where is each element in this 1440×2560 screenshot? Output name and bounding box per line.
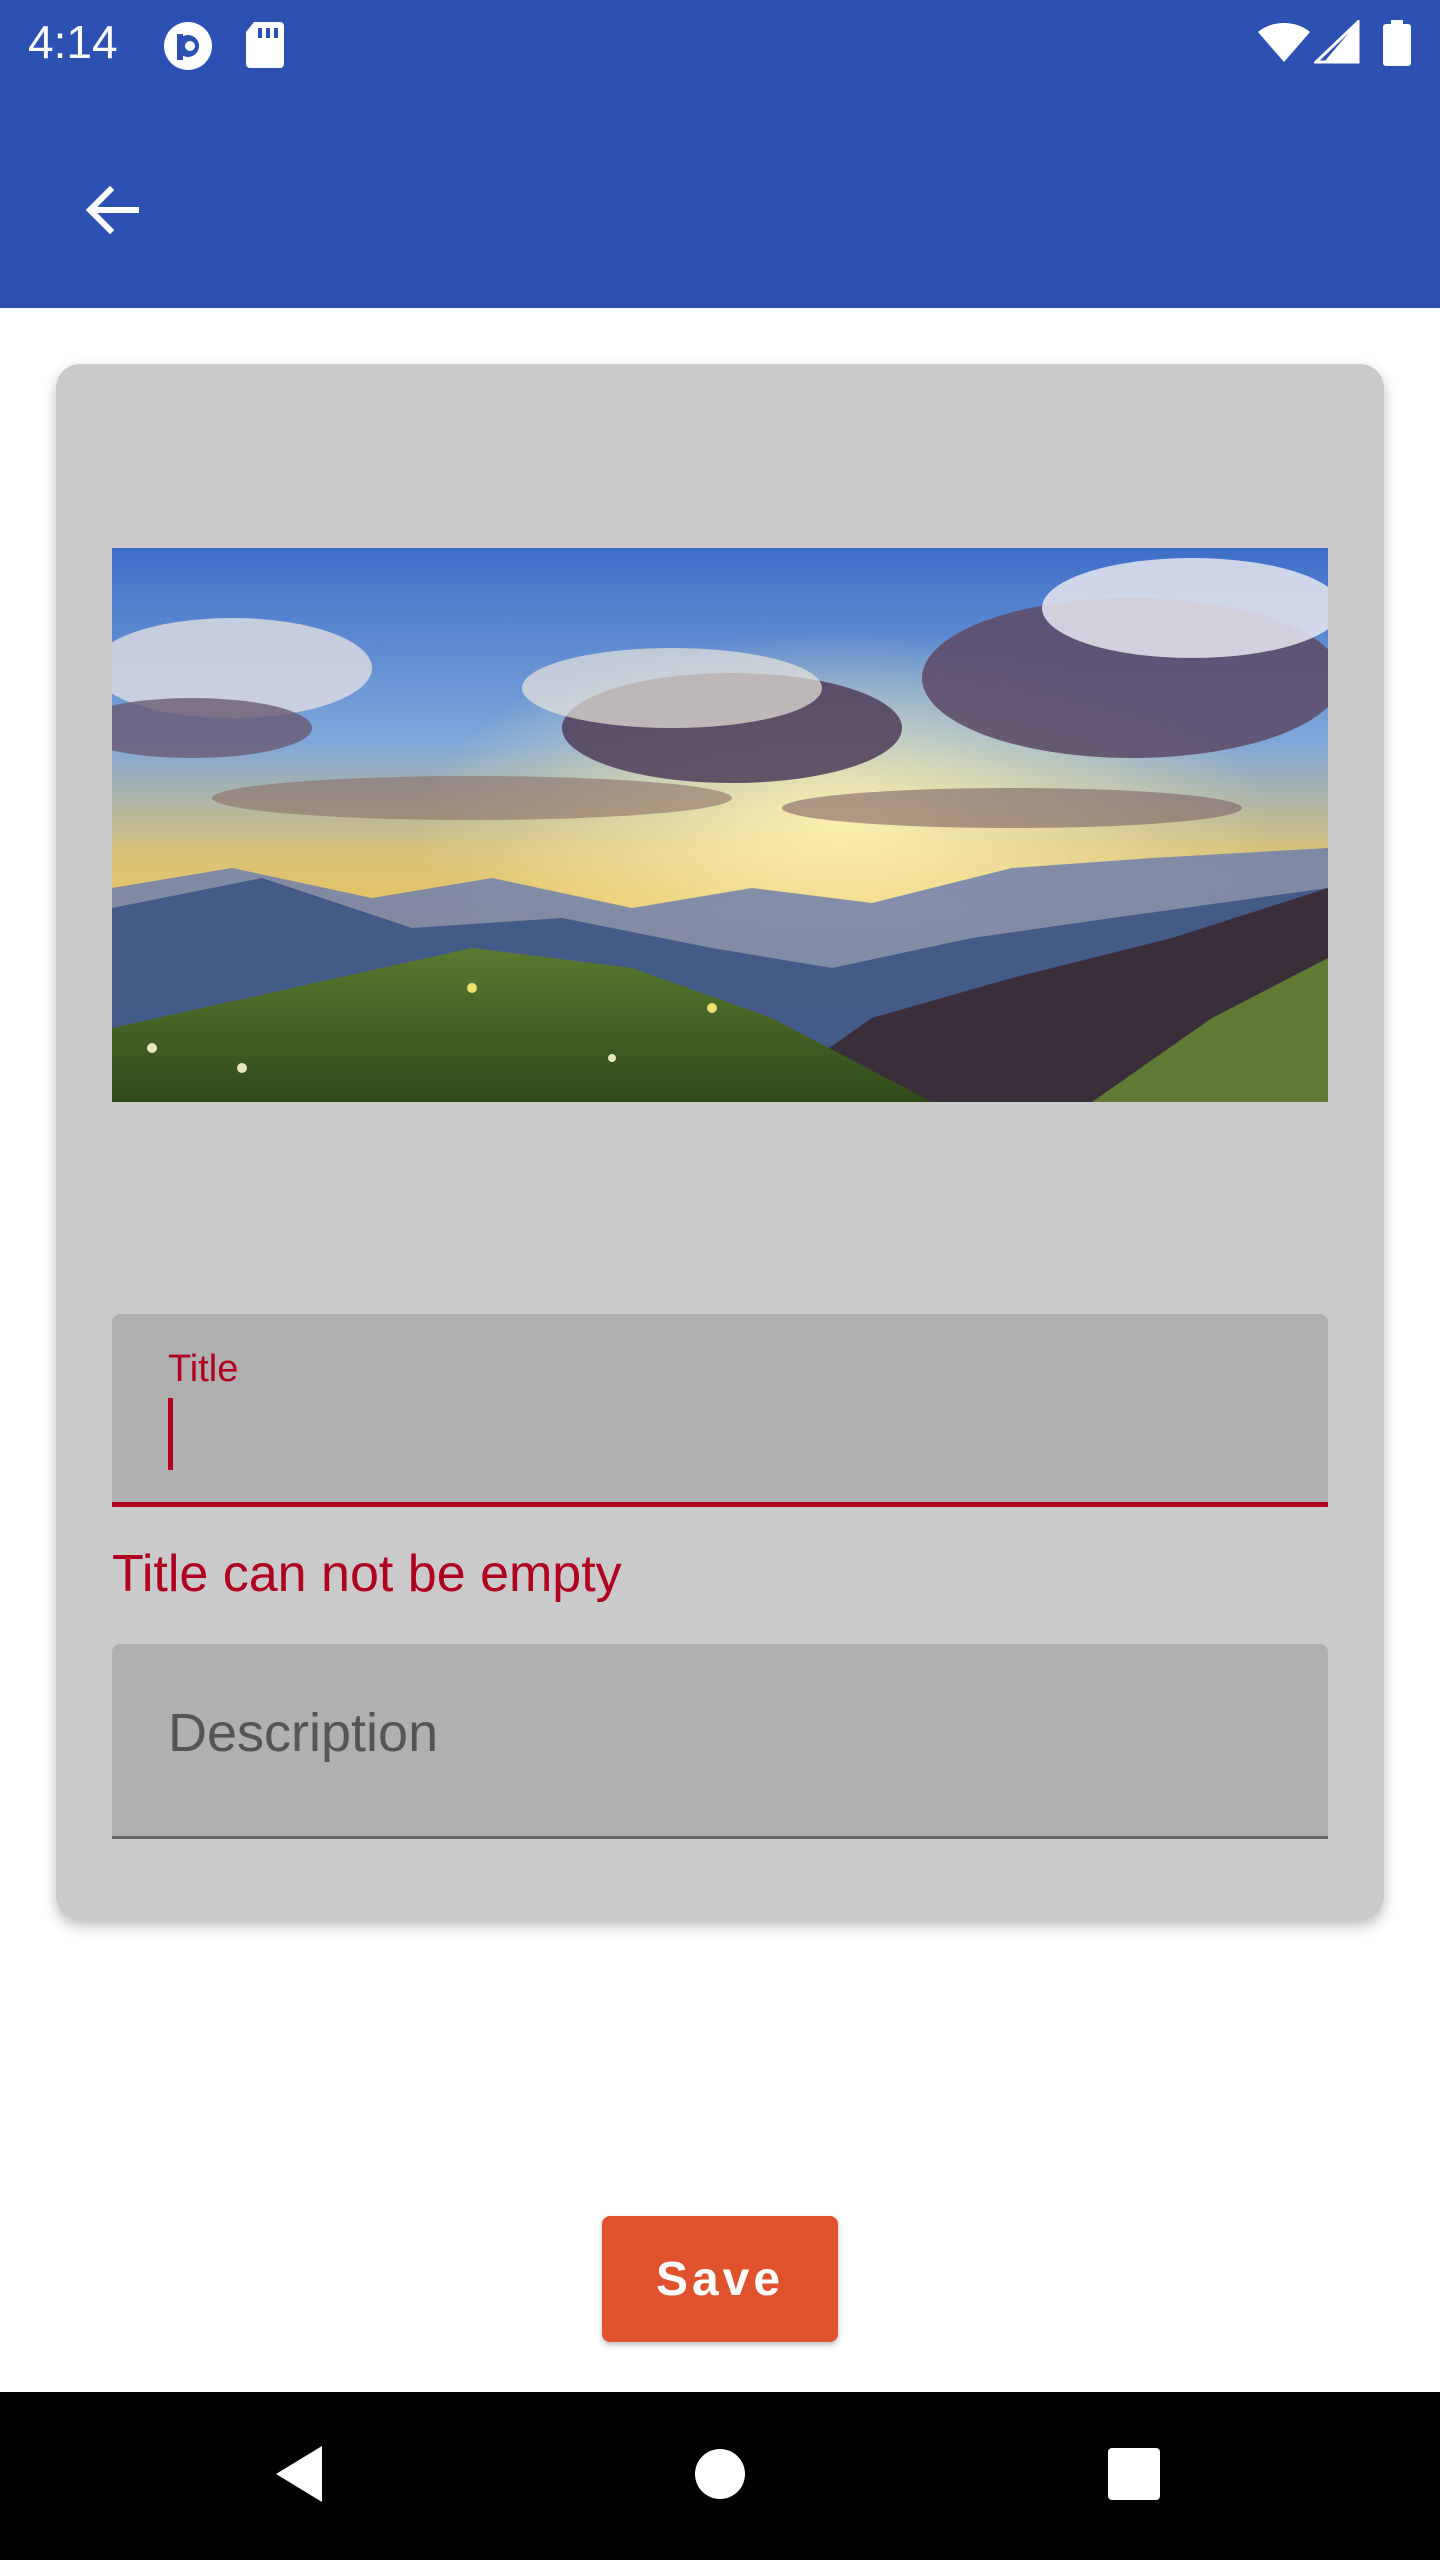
recents-square-icon [1107, 2447, 1161, 2506]
home-circle-icon [693, 2447, 747, 2506]
screen: 4:14 Title Title can not be empty Descri… [0, 0, 1440, 2560]
arrow-back-icon [80, 178, 144, 247]
battery-icon [1382, 20, 1412, 71]
back-triangle-icon [270, 2442, 330, 2511]
text-cursor [168, 1398, 173, 1470]
status-bar: 4:14 [0, 0, 1440, 84]
title-field-label: Title [168, 1348, 239, 1390]
cell-signal-icon [1312, 18, 1360, 69]
wifi-icon [1256, 20, 1312, 69]
pocket-casts-icon [162, 20, 214, 77]
back-button[interactable] [56, 156, 168, 268]
nav-home-button[interactable] [670, 2426, 770, 2526]
form-card: Title Title can not be empty Description [56, 364, 1384, 1920]
description-field[interactable]: Description [112, 1644, 1328, 1839]
app-bar [0, 84, 1440, 308]
nav-back-button[interactable] [250, 2426, 350, 2526]
sd-card-icon [244, 20, 286, 73]
nav-recents-button[interactable] [1084, 2426, 1184, 2526]
status-time: 4:14 [28, 16, 118, 68]
description-placeholder: Description [168, 1703, 439, 1763]
title-field[interactable]: Title [112, 1314, 1328, 1507]
navigation-bar [0, 2392, 1440, 2560]
mountain-sunset-image[interactable] [112, 548, 1328, 1102]
save-button[interactable]: Save [602, 2216, 838, 2342]
title-error-message: Title can not be empty [112, 1545, 622, 1603]
